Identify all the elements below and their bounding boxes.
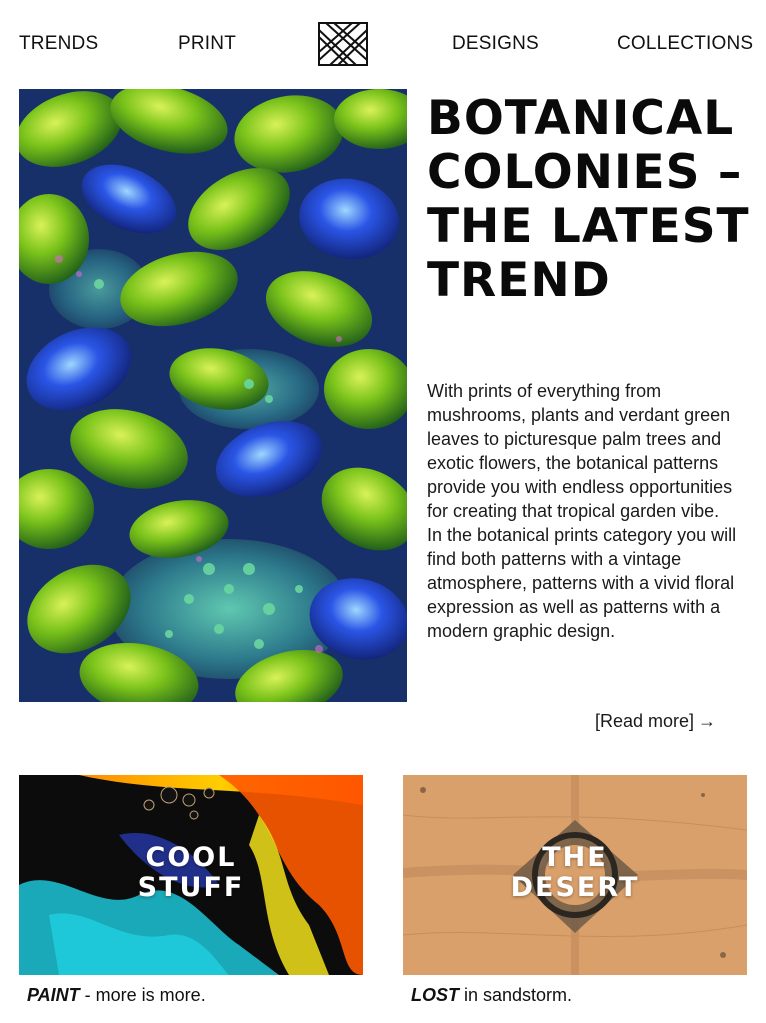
card-the-desert[interactable]: THE DESERT [403, 775, 747, 975]
card-title: THE DESERT [403, 843, 747, 903]
caption-bold: PAINT [27, 985, 80, 1005]
card-title-line: DESERT [510, 872, 640, 903]
card-title-line: STUFF [137, 872, 245, 903]
card-title: COOL STUFF [19, 843, 363, 903]
card-cool-stuff[interactable]: COOL STUFF [19, 775, 363, 975]
nav-link-print[interactable]: PRINT [178, 33, 236, 55]
card-title-line: THE [542, 842, 608, 873]
botanical-hero-image[interactable] [19, 89, 407, 702]
read-more-label: [Read more] [595, 711, 695, 731]
article-body: With prints of everything from mushrooms… [427, 381, 737, 641]
arrow-right-icon: → [698, 711, 717, 731]
nav-link-trends[interactable]: TRENDS [19, 33, 98, 55]
card-caption: PAINT - more is more. [27, 985, 206, 1006]
card-title-line: COOL [145, 842, 237, 873]
article-title: BOTANICAL COLONIES – THE LATEST TREND [427, 91, 750, 308]
crossed-lines-logo-icon[interactable] [318, 22, 368, 66]
top-navigation: TRENDS PRINT DESIGNS COLLECTIONS [0, 0, 766, 88]
card-caption: LOST in sandstorm. [411, 985, 572, 1006]
caption-bold: LOST [411, 985, 459, 1005]
caption-text: - more is more. [79, 985, 206, 1005]
caption-text: in sandstorm. [459, 985, 573, 1005]
nav-link-collections[interactable]: COLLECTIONS [617, 33, 753, 55]
read-more-link[interactable]: [Read more] → [595, 711, 716, 732]
nav-link-designs[interactable]: DESIGNS [452, 33, 539, 55]
